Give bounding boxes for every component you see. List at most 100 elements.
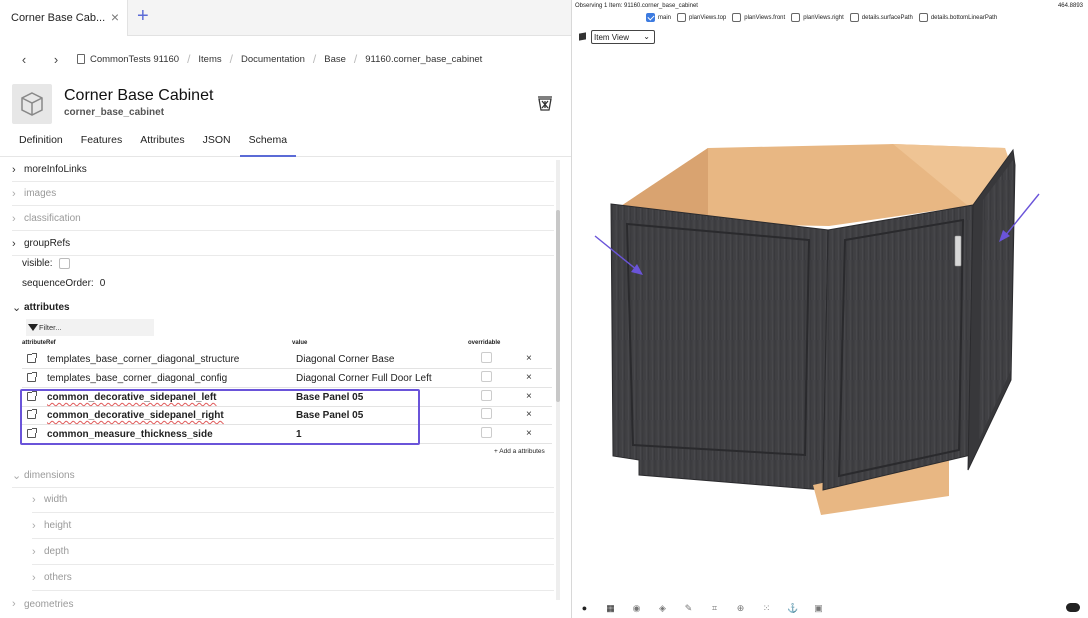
external-link-icon[interactable] <box>27 428 37 438</box>
tree-node-classification[interactable]: › classification <box>12 207 554 231</box>
tree-node-label: images <box>24 188 57 199</box>
tab-features[interactable]: Features <box>72 131 131 157</box>
chevron-right-icon: › <box>32 519 36 532</box>
brush-icon[interactable]: ✎ <box>683 603 694 613</box>
tree-node-geometries[interactable]: › geometries <box>12 592 554 616</box>
visible-label: visible: <box>22 258 53 269</box>
chevron-right-icon: › <box>12 237 16 250</box>
attribute-value[interactable]: Diagonal Corner Full Door Left <box>296 373 432 384</box>
overridable-checkbox[interactable] <box>481 408 492 419</box>
layers-icon[interactable]: ▣ <box>813 603 824 613</box>
remove-attribute-button[interactable]: × <box>526 372 532 383</box>
visible-checkbox[interactable] <box>58 258 70 269</box>
breadcrumb-item[interactable]: Items <box>198 54 221 65</box>
cloud-upload-icon[interactable] <box>1066 603 1080 612</box>
tab-attributes[interactable]: Attributes <box>131 131 193 157</box>
breadcrumb-item[interactable]: 91160.corner_base_cabinet <box>365 54 482 65</box>
chevron-right-icon: › <box>12 163 16 176</box>
breadcrumb-separator: / <box>187 52 191 66</box>
3d-viewport[interactable] <box>573 60 1088 590</box>
view-option-surface-path[interactable]: details.surfacePath <box>849 13 913 22</box>
external-link-icon[interactable] <box>27 353 37 363</box>
checkbox-icon <box>677 13 687 22</box>
attribute-value[interactable]: Diagonal Corner Base <box>296 354 394 365</box>
view-option-main[interactable]: main <box>646 13 671 22</box>
tab-json[interactable]: JSON <box>194 131 240 157</box>
cabinet-left-panel <box>610 203 829 491</box>
tab-corner-base-cabinet[interactable]: Corner Base Cab... × <box>0 0 128 36</box>
forward-button[interactable]: › <box>45 52 67 67</box>
cube-icon[interactable]: ◈ <box>657 603 668 613</box>
view-option-label: planViews.right <box>803 14 844 21</box>
document-icon <box>77 54 85 64</box>
checkbox-icon <box>918 13 928 22</box>
attribute-value[interactable]: Base Panel 05 <box>296 392 363 403</box>
cube-outline-icon <box>21 92 43 116</box>
viewer-toolbar: ● ▦ ◉ ◈ ✎ ⌗ ⊕ ⁙ ⚓ ▣ <box>579 603 839 613</box>
grid-icon[interactable]: ▦ <box>605 603 616 613</box>
close-icon[interactable]: × <box>111 10 119 24</box>
sequence-order-label: sequenceOrder: <box>22 278 94 289</box>
overridable-checkbox[interactable] <box>481 427 492 438</box>
external-link-icon[interactable] <box>27 391 37 401</box>
dots-icon[interactable]: ⁙ <box>761 603 772 613</box>
item-header: Corner Base Cabinet corner_base_cabinet <box>12 84 562 126</box>
remove-attribute-button[interactable]: × <box>526 391 532 402</box>
breadcrumb-item[interactable]: Documentation <box>241 54 305 65</box>
target-icon[interactable]: ⊕ <box>735 603 746 613</box>
column-header-overridable: overridable <box>468 340 501 346</box>
tree-node-label: classification <box>24 213 81 224</box>
view-option-top[interactable]: planViews.top <box>677 13 726 22</box>
overridable-checkbox[interactable] <box>481 390 492 401</box>
tree-node-label: width <box>44 494 68 505</box>
tree-node-dimensions[interactable]: ⌄ dimensions <box>12 464 554 488</box>
frame-icon[interactable]: ⌗ <box>709 603 720 613</box>
basket-icon[interactable] <box>536 94 554 112</box>
sequence-order-value[interactable]: 0 <box>100 278 106 289</box>
external-link-icon[interactable] <box>27 372 37 382</box>
compass-icon[interactable]: ◉ <box>631 603 642 613</box>
attribute-table-header: attributeRef value overridable <box>22 340 552 350</box>
filter-input[interactable]: Filter... <box>26 319 154 336</box>
external-link-icon[interactable] <box>27 409 37 419</box>
remove-attribute-button[interactable]: × <box>526 409 532 420</box>
tab-bar: Corner Base Cab... × + <box>0 0 571 36</box>
add-attribute-button[interactable]: + Add a attributes <box>494 448 545 455</box>
tree-node-label: moreInfoLinks <box>24 164 87 175</box>
viewer-pane: Observing 1 Item: 91160.corner_base_cabi… <box>573 0 1088 618</box>
attribute-value[interactable]: Base Panel 05 <box>296 410 363 421</box>
remove-attribute-button[interactable]: × <box>526 353 532 364</box>
tab-schema[interactable]: Schema <box>239 131 297 157</box>
add-tab-button[interactable]: + <box>137 6 149 26</box>
tree-node-grouprefs[interactable]: › groupRefs <box>12 232 554 256</box>
attribute-value[interactable]: 1 <box>296 429 302 440</box>
scrollbar-thumb[interactable] <box>556 210 560 402</box>
chevron-right-icon: › <box>12 598 16 610</box>
tree-node-depth[interactable]: › depth <box>32 539 554 565</box>
overridable-checkbox[interactable] <box>481 371 492 382</box>
tree-node-attributes[interactable]: ⌄ attributes <box>12 295 554 319</box>
tab-label: Corner Base Cab... <box>11 12 106 24</box>
tree-node-height[interactable]: › height <box>32 513 554 539</box>
back-button[interactable]: ‹ <box>13 52 35 67</box>
anchor-icon[interactable]: ⚓ <box>787 603 798 613</box>
tree-node-label: geometries <box>24 598 74 610</box>
tree-node-moreinfolinks[interactable]: › moreInfoLinks <box>12 158 554 182</box>
chevron-down-icon: ⌄ <box>12 301 22 314</box>
view-option-right[interactable]: planViews.right <box>791 13 844 22</box>
tree-node-others[interactable]: › others <box>32 565 554 591</box>
view-option-label: main <box>658 14 672 21</box>
view-select[interactable]: Item View ⌄ <box>591 30 655 44</box>
remove-attribute-button[interactable]: × <box>526 428 532 439</box>
view-option-bottom-linear-path[interactable]: details.bottomLinearPath <box>918 13 997 22</box>
view-select-value: Item View <box>594 32 629 42</box>
breadcrumb-item[interactable]: CommonTests 91160 <box>90 54 179 65</box>
attribute-ref: common_decorative_sidepanel_right <box>47 410 224 421</box>
tab-definition[interactable]: Definition <box>0 131 72 157</box>
palette-icon[interactable]: ● <box>579 603 590 613</box>
tree-node-width[interactable]: › width <box>32 487 554 513</box>
overridable-checkbox[interactable] <box>481 352 492 363</box>
view-option-front[interactable]: planViews.front <box>732 13 785 22</box>
breadcrumb-item[interactable]: Base <box>324 54 346 65</box>
tree-node-images[interactable]: › images <box>12 182 554 206</box>
